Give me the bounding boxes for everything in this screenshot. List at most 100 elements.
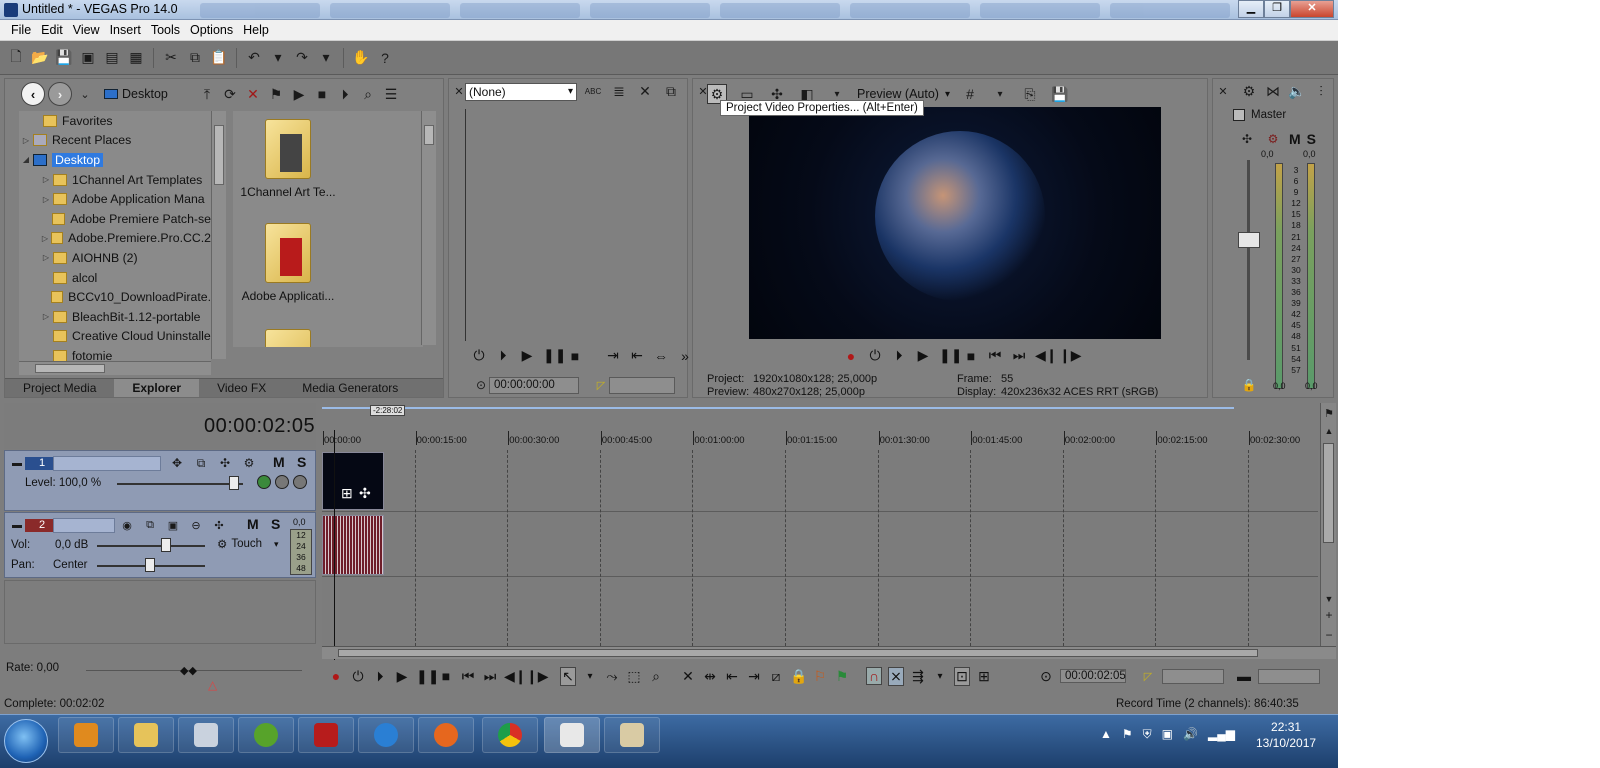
menu-view[interactable]: View: [68, 23, 105, 37]
preview-quality-select[interactable]: Preview (Auto) ▾: [857, 87, 950, 101]
play-icon[interactable]: ▶: [915, 347, 931, 364]
expand-toggle-icon[interactable]: ◢: [19, 155, 33, 164]
bus-settings-icon[interactable]: ⚙: [1263, 129, 1283, 149]
go-to-start-icon[interactable]: ⏮: [460, 668, 476, 685]
downmix-icon[interactable]: ⋈: [1263, 81, 1283, 101]
save-as-icon[interactable]: ▣: [78, 48, 98, 68]
views-icon[interactable]: ☰: [381, 84, 401, 104]
rate-slider[interactable]: ◆◆: [180, 664, 197, 677]
forward-icon[interactable]: ›: [48, 82, 72, 106]
solo-button[interactable]: S: [1307, 131, 1316, 147]
taskbar-acrobat[interactable]: [298, 717, 354, 753]
audio-clip[interactable]: [322, 515, 384, 575]
track-name-field[interactable]: [53, 518, 115, 533]
cut-icon[interactable]: ✂: [161, 48, 181, 68]
trimmer-options-icon[interactable]: ⧉: [661, 81, 681, 101]
tree-item[interactable]: ▷ AIOHNB (2): [19, 248, 211, 268]
parent-composite-icon[interactable]: [275, 475, 289, 489]
play-icon[interactable]: ▶: [394, 668, 410, 685]
audio-track-lane[interactable]: [322, 513, 1318, 577]
menu-tools[interactable]: Tools: [146, 23, 185, 37]
mixer-settings-icon[interactable]: ⚙: [1239, 81, 1259, 101]
file-item-folder[interactable]: [233, 329, 343, 347]
close-panel-icon[interactable]: ✕: [1213, 81, 1233, 101]
track-name-field[interactable]: [53, 456, 161, 471]
loop-icon[interactable]: ⏻: [867, 347, 883, 364]
notification-flag-icon[interactable]: ⚑: [1122, 727, 1133, 741]
taskbar-vegas[interactable]: [544, 717, 600, 753]
insert-region-icon[interactable]: ⚑: [834, 668, 850, 685]
history-dropdown-icon[interactable]: ⌄: [75, 84, 95, 104]
tree-horizontal-scrollbar[interactable]: [19, 361, 211, 375]
volume-icon[interactable]: 🔊: [1183, 727, 1198, 741]
next-frame-icon[interactable]: ❙▶: [526, 668, 549, 685]
render-icon[interactable]: ▤: [102, 48, 122, 68]
master-fader[interactable]: [1238, 232, 1260, 248]
taskbar-utorrent[interactable]: [238, 717, 294, 753]
interactive-tutorials-icon[interactable]: ✋: [351, 48, 371, 68]
track-settings-icon[interactable]: ✣: [209, 515, 229, 535]
dim-output-icon[interactable]: 🔈: [1287, 81, 1307, 101]
fit-icon[interactable]: ⇔: [653, 348, 669, 364]
save-snapshot-icon[interactable]: 💾: [1050, 84, 1070, 104]
more-icon[interactable]: »: [677, 348, 693, 364]
mute-button[interactable]: M: [273, 454, 285, 470]
up-folder-icon[interactable]: ⤒: [197, 84, 217, 104]
tree-item[interactable]: ▷ Adobe Application Mana: [19, 189, 211, 209]
bus-fx-icon[interactable]: ✣: [1237, 129, 1257, 149]
auto-preview-icon[interactable]: ⏵: [335, 84, 355, 104]
selection-length-field[interactable]: [1162, 668, 1224, 684]
file-item-folder[interactable]: 1Channel Art Te...: [233, 119, 343, 199]
expand-toggle-icon[interactable]: ▷: [19, 136, 33, 145]
menu-edit[interactable]: Edit: [36, 23, 68, 37]
track-lanes[interactable]: ⊞ ✣: [322, 450, 1318, 646]
tab-media-generators[interactable]: Media Generators: [284, 379, 416, 397]
system-clock[interactable]: 22:31 13/10/2017: [1256, 719, 1316, 751]
refresh-icon[interactable]: ⟳: [220, 84, 240, 104]
cursor-position[interactable]: 00:00:02:05: [1060, 669, 1126, 683]
timeline-timecode[interactable]: 00:00:02:05: [204, 415, 315, 438]
pan-crop-icon[interactable]: ⊞: [341, 485, 353, 502]
delete-icon[interactable]: ✕: [243, 84, 263, 104]
arm-record-icon[interactable]: ◉: [117, 515, 137, 535]
timeline-vertical-scrollbar[interactable]: ⚑ ▲ ▼ + −: [1320, 403, 1336, 659]
go-to-end-icon[interactable]: ⏭: [482, 668, 498, 685]
ripple-dropdown-icon[interactable]: ▾: [932, 671, 948, 682]
tree-item[interactable]: BCCv10_DownloadPirate.: [19, 287, 211, 307]
files-vertical-scrollbar[interactable]: [421, 111, 436, 345]
record-icon[interactable]: ●: [843, 348, 859, 364]
start-preview-icon[interactable]: ▶: [289, 84, 309, 104]
copy-icon[interactable]: ⧉: [185, 48, 205, 68]
menu-help[interactable]: Help: [238, 23, 274, 37]
timeline-ruler[interactable]: -2:28:02 00:00:00 00:00:15:00 00:00:30:00 0…: [322, 403, 1318, 449]
tab-project-media[interactable]: Project Media: [5, 379, 114, 397]
properties-icon[interactable]: ▦: [126, 48, 146, 68]
playhead-cursor[interactable]: [334, 430, 335, 660]
show-hidden-icons-icon[interactable]: ▲: [1100, 727, 1112, 741]
play-from-start-icon[interactable]: ⏵: [891, 347, 907, 364]
child-composite-icon[interactable]: [293, 475, 307, 489]
save-icon[interactable]: 💾: [54, 48, 74, 68]
menu-file[interactable]: File: [6, 23, 36, 37]
expand-toggle-icon[interactable]: ▷: [39, 175, 53, 184]
play-icon[interactable]: ▶: [519, 347, 535, 364]
restore-button[interactable]: ❐: [1264, 0, 1290, 18]
level-slider[interactable]: [229, 476, 239, 490]
taskbar-calculator[interactable]: [178, 717, 234, 753]
zoom-out-icon[interactable]: −: [1319, 625, 1338, 645]
taskbar-internet-explorer[interactable]: [358, 717, 414, 753]
zoom-tool-icon[interactable]: ⌕: [648, 668, 664, 685]
start-button[interactable]: [4, 719, 48, 763]
track-fx-icon[interactable]: ⧉: [140, 515, 160, 535]
mute-button[interactable]: M: [247, 516, 259, 532]
abc-icon[interactable]: ABC: [583, 81, 603, 101]
taskbar-paint[interactable]: [604, 717, 660, 753]
ignore-grouping-icon[interactable]: ⊞: [976, 668, 992, 685]
open-folder-icon[interactable]: 📂: [30, 48, 50, 68]
tab-explorer[interactable]: Explorer: [114, 379, 200, 397]
pause-icon[interactable]: ❚❚: [939, 347, 962, 364]
taskbar-media-player[interactable]: [58, 717, 114, 753]
lock-icon[interactable]: 🔒: [1239, 375, 1259, 395]
expand-toggle-icon[interactable]: ▷: [39, 253, 53, 262]
volume-slider[interactable]: [161, 538, 171, 552]
